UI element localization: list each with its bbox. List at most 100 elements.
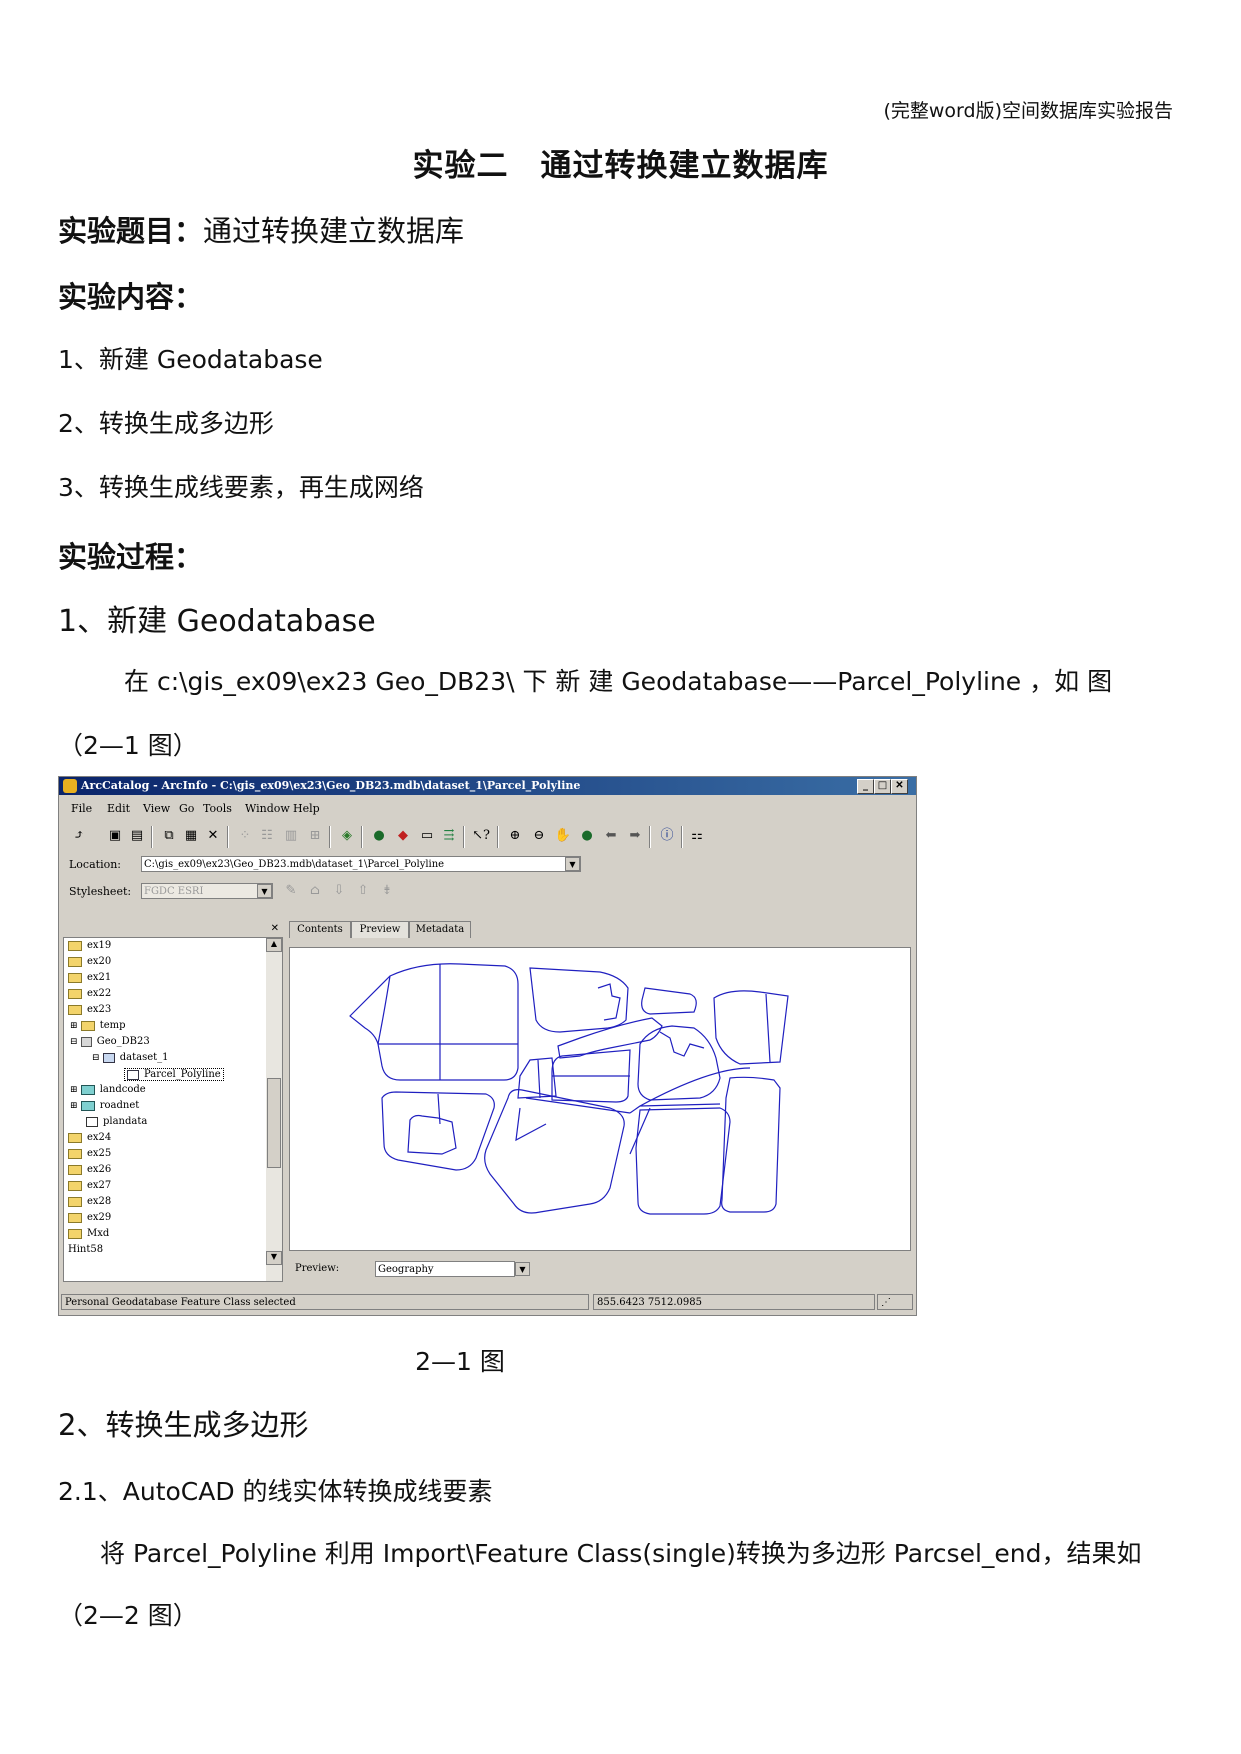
parcel-outline bbox=[529, 967, 629, 1033]
tab-metadata[interactable]: Metadata bbox=[409, 921, 471, 938]
close-icon[interactable]: ✕ bbox=[891, 779, 908, 794]
content-item-1: 1、新建 Geodatabase bbox=[58, 345, 323, 374]
parcel-polyline-map bbox=[349, 963, 789, 1215]
tab-contents[interactable]: Contents bbox=[289, 921, 351, 938]
resize-grip-icon[interactable]: ⋰ bbox=[877, 1294, 913, 1310]
content-label: 实验内容： bbox=[58, 280, 204, 314]
location-toolbar: Location: C:\gis_ex09\ex23\Geo_DB23.mdb\… bbox=[65, 854, 647, 876]
tree-item-ex26[interactable]: ex26 bbox=[68, 1164, 111, 1175]
topic-line: 实验题目：通过转换建立数据库 bbox=[58, 208, 464, 250]
step21-heading: 2.1、AutoCAD 的线实体转换成线要素 bbox=[58, 1477, 493, 1506]
tree-item-ex29[interactable]: ex29 bbox=[68, 1212, 111, 1223]
create-thumbnail-icon[interactable]: ⚏ bbox=[687, 826, 707, 846]
step1-paragraph-cont: （2—1 图） bbox=[58, 731, 198, 760]
scroll-down-icon[interactable]: ▼ bbox=[266, 1251, 282, 1265]
coverage-icon bbox=[80, 1084, 95, 1095]
tree-item-hint58[interactable]: Hint58 bbox=[68, 1244, 103, 1255]
parcel-outline bbox=[515, 1107, 547, 1142]
tree-item-ex22[interactable]: ex22 bbox=[68, 988, 111, 999]
thumbnails-icon[interactable]: ⊞ bbox=[305, 826, 325, 846]
menu-file[interactable]: File bbox=[71, 802, 92, 815]
launch-arcmap-icon[interactable]: ◈ bbox=[337, 826, 357, 846]
preview-dropdown-icon[interactable]: ▼ bbox=[515, 1262, 530, 1276]
tree-item-temp[interactable]: ⊞ temp bbox=[70, 1020, 126, 1031]
tree-item-mxd[interactable]: Mxd bbox=[68, 1228, 109, 1239]
minimize-icon[interactable]: _ bbox=[857, 779, 874, 794]
copy-icon[interactable]: ⧉ bbox=[159, 826, 179, 846]
tree-item-parcel-polyline[interactable]: Parcel_Polyline bbox=[124, 1068, 224, 1081]
menu-go[interactable]: Go bbox=[179, 802, 194, 815]
tree-vertical-scrollbar[interactable]: ▲ ▼ bbox=[266, 938, 282, 1281]
zoom-out-icon[interactable]: ⊖ bbox=[529, 826, 549, 846]
properties-icon[interactable]: ⌂ bbox=[305, 881, 325, 901]
tree-item-roadnet[interactable]: ⊞ roadnet bbox=[70, 1100, 139, 1111]
large-icons-icon[interactable]: ⁘ bbox=[235, 826, 255, 846]
tree-item-ex24[interactable]: ex24 bbox=[68, 1132, 111, 1143]
tree-item-ex23[interactable]: ex23 bbox=[68, 1004, 111, 1015]
tree-item-ex25[interactable]: ex25 bbox=[68, 1148, 111, 1159]
stylesheet-select[interactable]: FGDC ESRI bbox=[141, 883, 273, 899]
scroll-thumb[interactable] bbox=[267, 1078, 281, 1168]
topic-value: 通过转换建立数据库 bbox=[203, 214, 465, 248]
zoom-in-icon[interactable]: ⊕ bbox=[505, 826, 525, 846]
tree-item-geo-db23[interactable]: ⊟ Geo_DB23 bbox=[70, 1036, 150, 1047]
edit-metadata-icon[interactable]: ✎ bbox=[281, 881, 301, 901]
folder-icon bbox=[68, 1228, 82, 1239]
location-dropdown-icon[interactable]: ▼ bbox=[565, 857, 580, 871]
menu-edit[interactable]: Edit bbox=[107, 802, 130, 815]
export-metadata-icon[interactable]: ⇧ bbox=[353, 881, 373, 901]
location-input[interactable]: C:\gis_ex09\ex23\Geo_DB23.mdb\dataset_1\… bbox=[141, 856, 581, 872]
toolbox-icon[interactable]: ◆ bbox=[393, 826, 413, 846]
update-metadata-icon[interactable]: ⇟ bbox=[377, 881, 397, 901]
whats-this-icon[interactable]: ↖? bbox=[471, 826, 491, 846]
tree-item-ex27[interactable]: ex27 bbox=[68, 1180, 111, 1191]
tree-item-landcode[interactable]: ⊞ landcode bbox=[70, 1084, 146, 1095]
import-metadata-icon[interactable]: ⇩ bbox=[329, 881, 349, 901]
disconnect-folder-icon[interactable]: ▤ bbox=[127, 826, 147, 846]
folder-icon bbox=[68, 1132, 82, 1143]
menu-tools[interactable]: Tools bbox=[203, 802, 232, 815]
parcel-outline bbox=[659, 1031, 705, 1057]
menu-help[interactable]: Help bbox=[293, 802, 320, 815]
map-preview[interactable] bbox=[289, 947, 911, 1251]
tree-item-plandata[interactable]: plandata bbox=[86, 1116, 147, 1127]
preview-select[interactable]: Geography bbox=[375, 1261, 515, 1277]
up-one-level-icon[interactable]: ⤴ bbox=[69, 826, 89, 846]
identify-icon[interactable]: ⓘ bbox=[657, 826, 677, 846]
delete-icon[interactable]: ✕ bbox=[203, 826, 223, 846]
paste-icon[interactable]: ▦ bbox=[181, 826, 201, 846]
model-icon[interactable]: ⇶ bbox=[439, 826, 459, 846]
details-icon[interactable]: ▥ bbox=[281, 826, 301, 846]
list-icon[interactable]: ☷ bbox=[257, 826, 277, 846]
process-label: 实验过程： bbox=[58, 540, 204, 574]
back-icon[interactable]: ⬅ bbox=[601, 826, 621, 846]
step1-paragraph: 在 c:\gis_ex09\ex23 Geo_DB23\ 下 新 建 Geoda… bbox=[124, 667, 1113, 696]
tree-item-dataset-1[interactable]: ⊟ dataset_1 bbox=[92, 1052, 169, 1063]
connect-folder-icon[interactable]: ▣ bbox=[105, 826, 125, 846]
pan-icon[interactable]: ✋ bbox=[553, 826, 573, 846]
tree-item-ex19[interactable]: ex19 bbox=[68, 940, 111, 951]
full-extent-icon[interactable]: ● bbox=[577, 826, 597, 846]
window-titlebar: ArcCatalog - ArcInfo - C:\gis_ex09\ex23\… bbox=[59, 777, 916, 795]
menu-view[interactable]: View bbox=[143, 802, 170, 815]
forward-icon[interactable]: ➡ bbox=[625, 826, 645, 846]
parcel-outline bbox=[484, 1089, 625, 1214]
location-label: Location: bbox=[69, 858, 121, 871]
globe-icon[interactable]: ● bbox=[369, 826, 389, 846]
command-line-icon[interactable]: ▭ bbox=[417, 826, 437, 846]
tab-preview[interactable]: Preview bbox=[351, 921, 409, 938]
folder-icon bbox=[68, 972, 82, 983]
stylesheet-dropdown-icon[interactable]: ▼ bbox=[257, 884, 272, 898]
menu-window[interactable]: Window bbox=[245, 802, 290, 815]
folder-icon bbox=[68, 1148, 82, 1159]
step1-heading: 1、新建 Geodatabase bbox=[58, 604, 376, 639]
maximize-icon[interactable]: □ bbox=[874, 779, 891, 794]
database-icon bbox=[80, 1036, 92, 1047]
tree-item-ex21[interactable]: ex21 bbox=[68, 972, 111, 983]
tree-item-ex20[interactable]: ex20 bbox=[68, 956, 111, 967]
topic-label: 实验题目： bbox=[58, 214, 204, 248]
tree-item-ex28[interactable]: ex28 bbox=[68, 1196, 111, 1207]
status-coordinates: 855.6423 7512.0985 bbox=[593, 1294, 875, 1310]
scroll-up-icon[interactable]: ▲ bbox=[266, 938, 282, 952]
tree-close-icon[interactable]: ✕ bbox=[271, 923, 279, 934]
